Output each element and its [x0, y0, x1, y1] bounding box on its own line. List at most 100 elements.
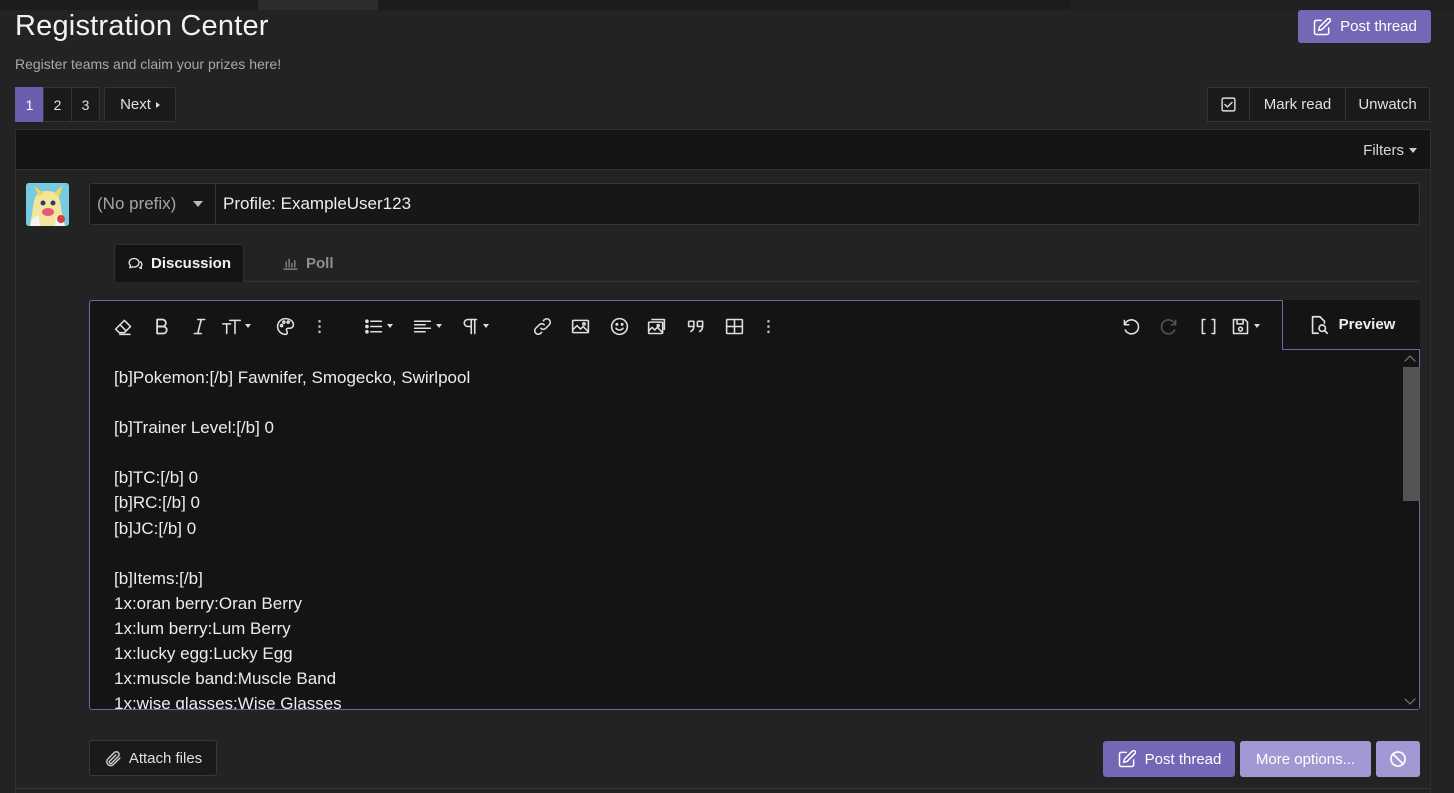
- save-icon: [1232, 318, 1249, 334]
- avatar-column: [16, 171, 80, 793]
- editor-toolbar: Preview: [90, 300, 1420, 351]
- attach-files-label: Attach files: [128, 749, 203, 767]
- filters-label: Filters: [1363, 142, 1404, 159]
- post-thread-submit-label: Post thread: [1144, 750, 1222, 768]
- title-row: (No prefix): [89, 183, 1420, 225]
- post-thread-button[interactable]: Post thread: [1298, 10, 1431, 43]
- toggle-bbcode-button[interactable]: [1198, 315, 1219, 337]
- page-1-link[interactable]: 1: [15, 87, 44, 122]
- insert-link-button[interactable]: [532, 315, 553, 337]
- undo-icon: [1123, 318, 1140, 335]
- link-icon: [533, 317, 552, 335]
- clear-formatting-button[interactable]: [113, 315, 134, 337]
- text-color-button[interactable]: [275, 315, 296, 337]
- editor-line: 1x:oran berry:Oran Berry: [114, 593, 303, 613]
- chevron-down-icon: [387, 324, 393, 328]
- smile-icon: [610, 317, 629, 335]
- more-text-options-button[interactable]: [309, 315, 330, 337]
- divider: [16, 788, 1430, 789]
- paragraph-icon: [463, 318, 478, 334]
- top-strip-segment: [258, 0, 378, 10]
- editor-line: [b]TC:[/b] 0: [114, 468, 199, 488]
- undo-button[interactable]: [1120, 315, 1141, 337]
- page-2-link[interactable]: 2: [43, 87, 72, 122]
- top-strip: [0, 0, 1454, 10]
- chevron-down-icon: [245, 324, 251, 328]
- avatar-image: [26, 183, 69, 226]
- editor-line: [b]Trainer Level:[/b] 0: [114, 418, 275, 438]
- editor-line: [b]JC:[/b] 0: [114, 518, 197, 538]
- scrollbar-thumb[interactable]: [1403, 367, 1420, 501]
- caret-down-icon: [1409, 148, 1417, 153]
- edit-icon: [1313, 17, 1332, 35]
- page-description: Register teams and claim your prizes her…: [15, 56, 282, 72]
- preview-icon: [1311, 315, 1328, 334]
- vertical-dots-icon: [318, 319, 321, 333]
- drafts-button[interactable]: [1230, 315, 1260, 337]
- message-editor: Preview [b]Pokemon:[/b] Fawnifer, Smogec…: [89, 300, 1420, 710]
- align-button[interactable]: [412, 315, 442, 337]
- paragraph-format-button[interactable]: [459, 315, 489, 337]
- tab-poll-label: Poll: [306, 254, 334, 272]
- editor-scrollbar[interactable]: [1402, 351, 1420, 709]
- mark-read-button[interactable]: Mark read: [1249, 87, 1346, 122]
- next-page-button[interactable]: Next: [104, 87, 176, 122]
- next-label: Next: [120, 96, 151, 113]
- tab-poll[interactable]: Poll: [282, 244, 334, 282]
- page-3-link[interactable]: 3: [71, 87, 100, 122]
- palette-icon: [276, 317, 295, 335]
- editor-textarea[interactable]: [b]Pokemon:[/b] Fawnifer, Smogecko, Swir…: [90, 351, 1402, 709]
- quote-icon: [687, 319, 704, 332]
- redo-icon: [1160, 318, 1177, 335]
- editor-line: 1x:muscle band:Muscle Band: [114, 669, 337, 689]
- media-icon: [647, 318, 666, 334]
- ban-icon: [1390, 751, 1406, 767]
- attach-files-button[interactable]: Attach files: [89, 740, 217, 776]
- filters-dropdown[interactable]: Filters: [1363, 142, 1417, 159]
- text-size-icon: [221, 319, 242, 334]
- more-options-button[interactable]: More options...: [1240, 741, 1371, 777]
- tab-discussion[interactable]: Discussion: [114, 244, 244, 282]
- chevron-down-icon: [193, 201, 203, 207]
- scroll-down-arrow-icon[interactable]: [1404, 693, 1416, 705]
- insert-media-button[interactable]: [646, 315, 667, 337]
- post-thread-submit-button[interactable]: Post thread: [1103, 741, 1235, 777]
- preview-button[interactable]: Preview: [1282, 300, 1420, 350]
- bar-chart-icon: [283, 258, 298, 270]
- avatar[interactable]: [26, 183, 69, 226]
- font-size-button[interactable]: [221, 315, 251, 337]
- more-insert-options-button[interactable]: [758, 315, 779, 337]
- select-checkbox-button[interactable]: [1207, 87, 1250, 122]
- editor-line: 1x:lucky egg:Lucky Egg: [114, 644, 293, 664]
- edit-icon: [1118, 749, 1136, 768]
- unwatch-button[interactable]: Unwatch: [1345, 87, 1430, 122]
- editor-line: 1x:lum berry:Lum Berry: [114, 618, 291, 638]
- insert-emoji-button[interactable]: [609, 315, 630, 337]
- insert-table-button[interactable]: [724, 315, 745, 337]
- editor-line: [b]Pokemon:[/b] Fawnifer, Smogecko, Swir…: [114, 368, 471, 387]
- vertical-dots-icon: [767, 319, 770, 333]
- cancel-button[interactable]: [1376, 741, 1420, 777]
- thread-title-input[interactable]: [216, 184, 1419, 224]
- prefix-label: (No prefix): [97, 194, 177, 213]
- chevron-down-icon: [436, 324, 442, 328]
- image-icon: [571, 319, 590, 333]
- insert-image-button[interactable]: [570, 315, 591, 337]
- redo-button[interactable]: [1159, 315, 1180, 337]
- table-icon: [725, 318, 744, 334]
- brackets-icon: [1201, 318, 1216, 334]
- page-title: Registration Center: [15, 10, 269, 42]
- comments-icon: [128, 257, 143, 270]
- scroll-up-arrow-icon[interactable]: [1404, 355, 1416, 367]
- insert-quote-button[interactable]: [686, 315, 707, 337]
- tab-discussion-label: Discussion: [150, 255, 232, 272]
- bold-button[interactable]: [151, 315, 172, 337]
- list-button[interactable]: [363, 315, 393, 337]
- caret-right-icon: [155, 101, 160, 108]
- italic-button[interactable]: [189, 315, 210, 337]
- editor-line: [b]Items:[/b]: [114, 568, 203, 588]
- chevron-down-icon: [1254, 324, 1260, 328]
- prefix-select[interactable]: (No prefix): [90, 184, 216, 224]
